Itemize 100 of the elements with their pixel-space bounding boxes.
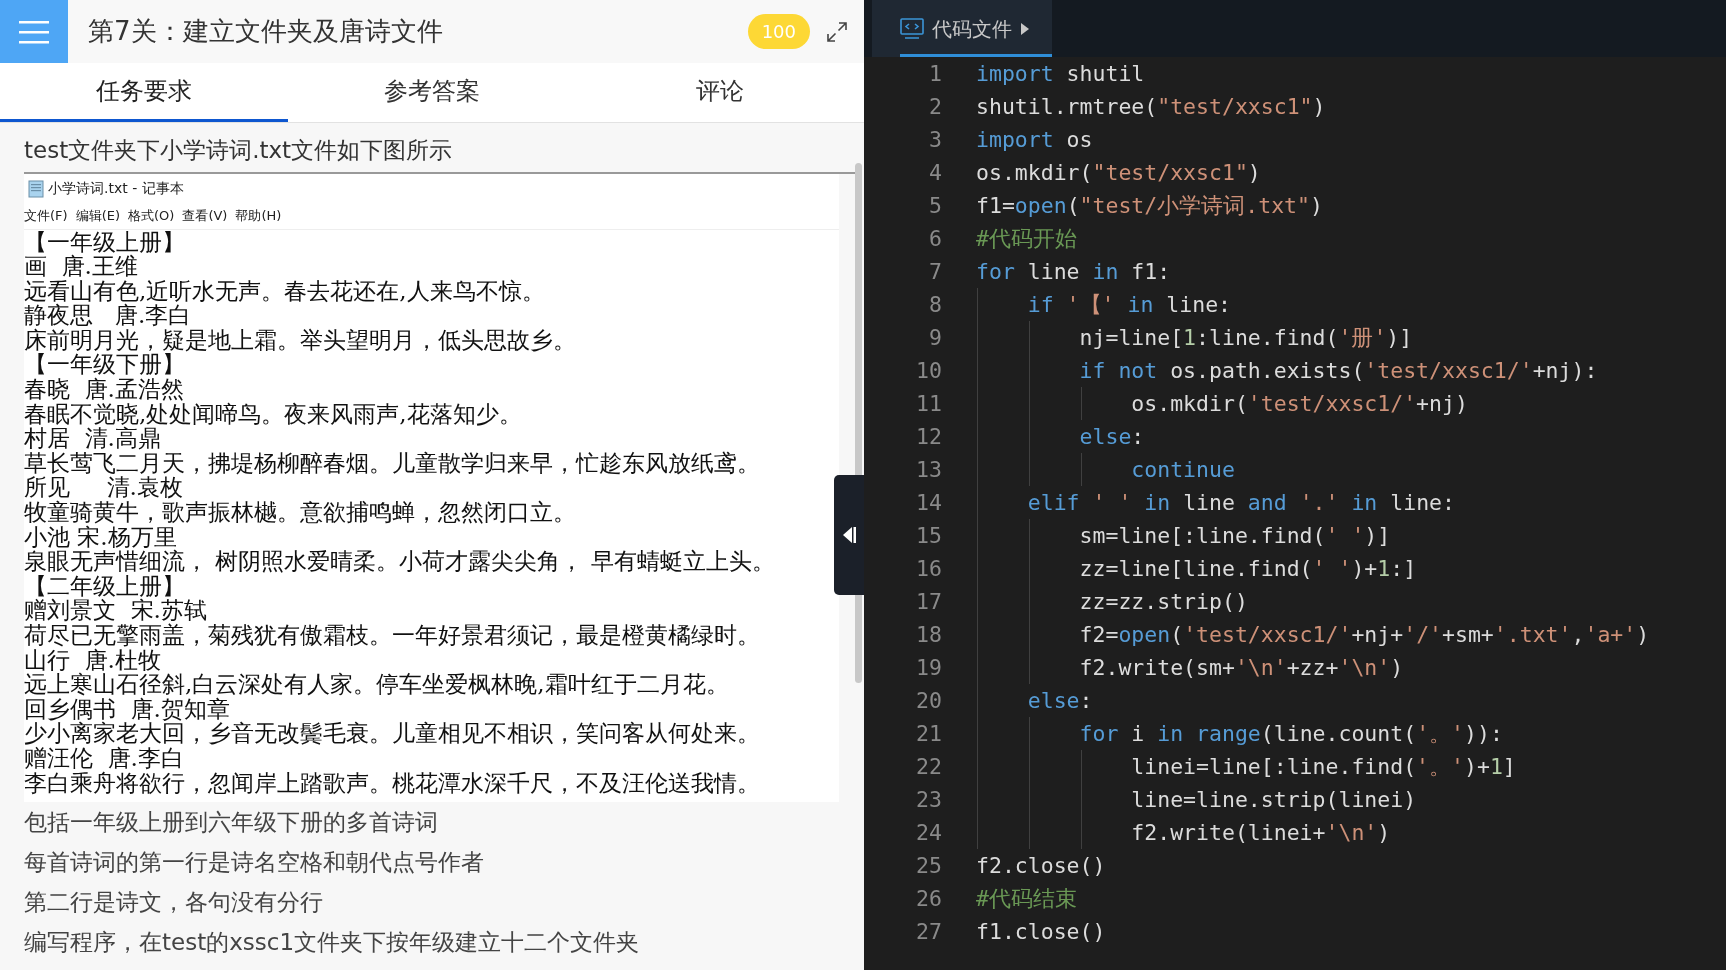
task-paragraph: 第二行是诗文，各句没有分行 [24, 887, 324, 917]
line-number: 22 [915, 753, 942, 781]
text-line: 春晓 唐.孟浩然 [24, 377, 184, 402]
line-number: 15 [915, 522, 942, 550]
code-line: #代码结束 [976, 885, 1077, 913]
task-paragraph: 包括一年级上册到六年级下册的多首诗词 [24, 807, 439, 837]
line-number: 21 [915, 720, 942, 748]
collapse-button[interactable] [834, 475, 864, 595]
code-line: for i in range(line.count('。')): [976, 717, 1503, 750]
line-number: 1 [928, 60, 942, 88]
code-line: sm=line[:line.find(' ')] [976, 519, 1391, 552]
code-line: os.mkdir("test/xxsc1") [976, 159, 1261, 187]
code-line: #代码开始 [976, 225, 1077, 253]
task-paragraph: 编写程序，在test的xssc1文件夹下按年级建立十二个文件夹 [24, 927, 641, 957]
code-line: else: [976, 420, 1145, 453]
code-line: f2.close() [976, 852, 1106, 880]
menu-item[interactable]: 帮助(H) [235, 206, 282, 226]
tab[interactable]: 任务要求 [0, 63, 288, 122]
tab[interactable]: 参考答案 [288, 63, 576, 122]
line-number: 13 [915, 456, 942, 484]
text-line: 草长莺飞二月天，拂堤杨柳醉春烟。儿童散学归来早，忙趁东风放纸鸢。 [24, 450, 760, 476]
triangle-icon [841, 525, 857, 545]
code-line: zz=zz.strip() [976, 585, 1248, 618]
text-line: 赠刘景文 宋.苏轼 [24, 598, 207, 623]
text-line: 【一年级下册】 [24, 352, 185, 378]
text-line: 回乡偶书 唐.贺知章 [24, 696, 230, 722]
code-line: os.mkdir('test/xxsc1/'+nj) [976, 387, 1468, 420]
line-number: 18 [915, 621, 942, 649]
line-number: 10 [915, 357, 942, 385]
text-line: 【一年级上册】 [24, 229, 185, 255]
line-number: 25 [915, 852, 942, 880]
code-line: f2.write(sm+'\n'+zz+'\n') [976, 651, 1404, 684]
line-number: 3 [928, 126, 942, 154]
code-line: elif ' ' in line and '.' in line: [976, 486, 1455, 519]
text-line: 泉眼无声惜细流， 树阴照水爱晴柔。小荷才露尖尖角， 早有蜻蜓立上头。 [24, 549, 775, 574]
level-title: 第7关：建立文件夹及唐诗文件 [88, 15, 443, 48]
line-number: 2 [928, 93, 942, 121]
line-number: 16 [915, 555, 942, 583]
line-number: 4 [928, 159, 942, 187]
text-line: 少小离家老大回，乡音无改鬓毛衰。儿童相见不相识，笑问客从何处来。 [24, 721, 760, 746]
code-line: f1.close() [976, 918, 1106, 946]
code-line: nj=line[1:line.find('册')] [976, 321, 1413, 354]
text-line: 床前明月光，疑是地上霜。举头望明月，低头思故乡。 [24, 327, 576, 353]
line-number: 27 [915, 918, 942, 946]
code-line: continue [976, 453, 1235, 486]
text-line: 荷尽已无擎雨盖，菊残犹有傲霜枝。一年好景君须记，最是橙黄橘绿时。 [24, 623, 760, 648]
line-number: 5 [928, 192, 942, 220]
text-line: 春眠不觉晓,处处闻啼鸟。夜来风雨声,花落知少。 [24, 401, 522, 427]
line-number: 11 [915, 390, 942, 418]
code-line: import os [976, 126, 1093, 154]
code-line: if not os.path.exists('test/xxsc1/'+nj): [976, 354, 1598, 387]
code-monitor-icon [900, 17, 924, 40]
text-line: 村居 清.高鼎 [24, 426, 161, 451]
code-line: shutil.rmtree("test/xxsc1") [976, 93, 1326, 121]
task-paragraph: 每首诗词的第一行是诗名空格和朝代点号作者 [24, 847, 485, 877]
code-line: f2.write(linei+'\n') [976, 816, 1391, 849]
text-line: 静夜思 唐.李白 [24, 303, 192, 328]
code-line: line=line.strip(linei) [976, 783, 1417, 816]
text-line: 山行 唐.杜牧 [24, 647, 161, 673]
line-number: 24 [915, 819, 942, 847]
menu-item[interactable]: 查看(V) [182, 206, 228, 226]
code-line: linei=line[:line.find('。')+1] [976, 750, 1516, 783]
text-line: 小池 宋.杨万里 [24, 524, 177, 550]
menu-button[interactable] [0, 0, 68, 63]
code-line: for line in f1: [976, 258, 1171, 286]
menu-item[interactable]: 文件(F) [24, 206, 68, 226]
text-line: 【二年级上册】 [24, 573, 185, 599]
menu-icon [19, 19, 49, 44]
line-number: 17 [915, 588, 942, 616]
text-line: 李白乘舟将欲行，忽闻岸上踏歌声。桃花潭水深千尺，不及汪伦送我情。 [24, 770, 760, 796]
line-number: 6 [928, 225, 942, 253]
line-number: 26 [915, 885, 942, 913]
notepad-icon [28, 179, 44, 198]
text-line: 画 唐.王维 [24, 254, 138, 279]
expand-icon[interactable] [826, 20, 848, 43]
line-number: 9 [928, 324, 942, 352]
code-line: f1=open("test/小学诗词.txt") [976, 192, 1323, 220]
line-number: 12 [915, 423, 942, 451]
play-icon [1020, 21, 1030, 36]
menu-item[interactable]: 格式(O) [128, 206, 175, 226]
text-line: 远看山有色,近听水无声。春去花还在,人来鸟不惊。 [24, 278, 545, 304]
line-number: 19 [915, 654, 942, 682]
editor-tab[interactable]: 代码文件 [872, 0, 1052, 57]
text-line: 远上寒山石径斜,白云深处有人家。停车坐爱枫林晚,霜叶红于二月花。 [24, 672, 729, 697]
score-badge: 100 [747, 14, 810, 49]
line-number: 23 [915, 786, 942, 814]
line-number: 7 [928, 258, 942, 286]
code-line: zz=line[line.find(' ')+1:] [976, 552, 1417, 585]
line-number: 20 [915, 687, 942, 715]
code-line: if '【' in line: [976, 288, 1232, 321]
line-number: 8 [928, 291, 942, 319]
text-line: 牧童骑黄牛，歌声振林樾。意欲捕鸣蝉，忽然闭口立。 [24, 500, 576, 525]
window-title: 小学诗词.txt - 记事本 [48, 179, 184, 198]
code-line: f2=open('test/xxsc1/'+nj+'/'+sm+'.txt','a+') [976, 618, 1650, 651]
text-line: 所见 清.袁枚 [24, 475, 183, 501]
code-line: import shutil [976, 60, 1145, 88]
code-line: else: [976, 684, 1093, 717]
line-number: 14 [915, 489, 942, 517]
tab[interactable]: 评论 [576, 63, 864, 122]
menu-item[interactable]: 编辑(E) [75, 206, 120, 226]
